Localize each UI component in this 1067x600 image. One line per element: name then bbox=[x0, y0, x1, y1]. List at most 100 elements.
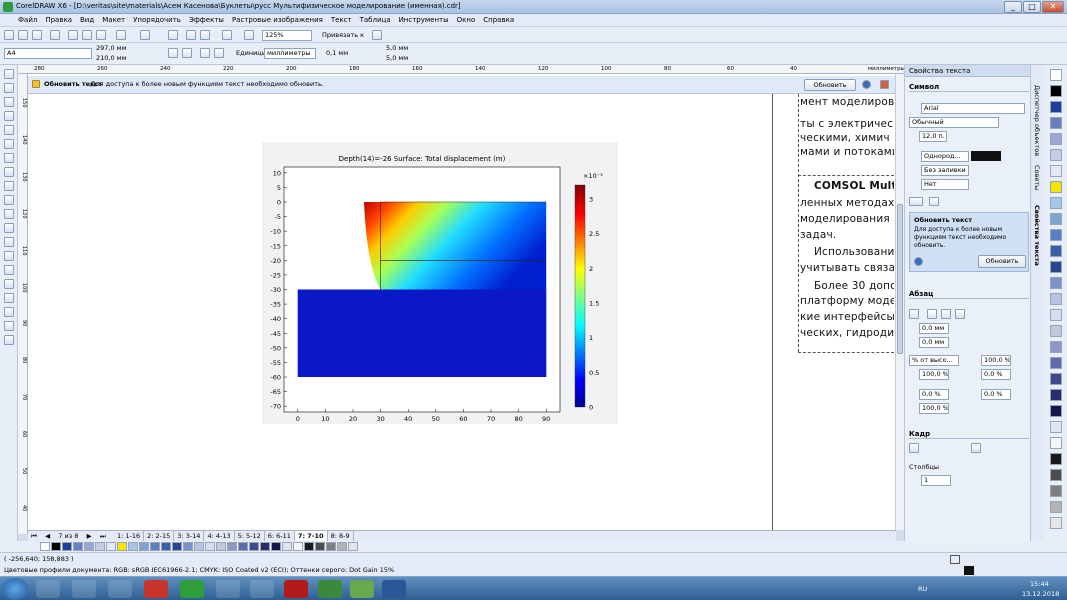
acrobat-taskbar-icon[interactable] bbox=[284, 580, 308, 598]
smart-fill-icon[interactable] bbox=[4, 139, 14, 149]
palette-swatch[interactable] bbox=[1050, 485, 1062, 497]
palette-swatch[interactable] bbox=[106, 542, 116, 551]
redo-icon[interactable] bbox=[140, 30, 150, 40]
units-select[interactable]: миллиметры bbox=[264, 48, 316, 59]
language-spacing-field[interactable]: 100,0 % bbox=[919, 403, 949, 414]
palette-swatch[interactable] bbox=[293, 542, 303, 551]
palette-swatch[interactable] bbox=[1050, 117, 1062, 129]
page-tab[interactable]: 6: 6-11 bbox=[265, 531, 295, 541]
text-tool-icon[interactable] bbox=[4, 209, 14, 219]
last-page-icon[interactable]: ⏭ bbox=[97, 531, 109, 541]
frame-section-header[interactable]: Кадр bbox=[909, 429, 1029, 439]
palette-swatch[interactable] bbox=[1050, 405, 1062, 417]
palette-swatch[interactable] bbox=[1050, 501, 1062, 513]
minimize-button[interactable]: _ bbox=[1004, 1, 1022, 13]
palette-swatch[interactable] bbox=[1050, 453, 1062, 465]
import-icon[interactable] bbox=[186, 30, 196, 40]
first-page-icon[interactable]: ⏮ bbox=[28, 531, 40, 541]
dimension-tool-icon[interactable] bbox=[4, 237, 14, 247]
palette-swatch[interactable] bbox=[1050, 357, 1062, 369]
update-button[interactable]: Обновить bbox=[804, 79, 856, 91]
text-frame[interactable]: мент моделирова ты с электричес ческими, х… bbox=[798, 94, 894, 352]
page-tab[interactable]: 8: 8-9 bbox=[328, 531, 354, 541]
palette-swatch[interactable] bbox=[161, 542, 171, 551]
page-tab[interactable]: 1: 1-16 bbox=[114, 531, 145, 541]
connector-tool-icon[interactable] bbox=[4, 251, 14, 261]
palette-swatch[interactable] bbox=[1050, 165, 1062, 177]
scroll-thumb[interactable] bbox=[897, 204, 903, 354]
landscape-icon[interactable] bbox=[182, 48, 192, 58]
menu-item[interactable]: Таблица bbox=[356, 14, 395, 26]
palette-swatch[interactable] bbox=[238, 542, 248, 551]
copy-icon[interactable] bbox=[82, 30, 92, 40]
portrait-icon[interactable] bbox=[168, 48, 178, 58]
palette-swatch[interactable] bbox=[337, 542, 347, 551]
table-tool-icon[interactable] bbox=[4, 223, 14, 233]
calculator-taskbar-icon[interactable] bbox=[318, 580, 342, 598]
export-icon[interactable] bbox=[200, 30, 210, 40]
fill-indicator-icon[interactable] bbox=[950, 555, 960, 564]
palette-swatch[interactable] bbox=[1050, 133, 1062, 145]
paper-size-select[interactable]: A4 bbox=[4, 48, 92, 59]
menu-item[interactable]: Вид bbox=[76, 14, 98, 26]
align-right-icon[interactable] bbox=[941, 309, 951, 319]
palette-swatch[interactable] bbox=[1050, 325, 1062, 337]
text-properties-tab[interactable]: Свойства текста bbox=[1033, 205, 1041, 266]
hints-tab[interactable]: Советы bbox=[1033, 165, 1041, 190]
page-tab[interactable]: 3: 3-14 bbox=[174, 531, 205, 541]
menu-item[interactable]: Инструменты bbox=[395, 14, 453, 26]
next-page-icon[interactable]: ▶ bbox=[84, 531, 95, 541]
palette-swatch[interactable] bbox=[1050, 517, 1062, 529]
update-help-icon[interactable] bbox=[914, 257, 923, 266]
eyedropper-tool-icon[interactable] bbox=[4, 293, 14, 303]
start-button[interactable] bbox=[2, 578, 28, 600]
options-icon[interactable] bbox=[372, 30, 382, 40]
palette-swatch[interactable] bbox=[1050, 229, 1062, 241]
palette-swatch[interactable] bbox=[1050, 389, 1062, 401]
superscript-icon[interactable] bbox=[909, 197, 923, 206]
explorer-taskbar-icon[interactable] bbox=[36, 580, 60, 598]
align-center-icon[interactable] bbox=[927, 309, 937, 319]
palette-swatch[interactable] bbox=[172, 542, 182, 551]
palette-swatch[interactable] bbox=[84, 542, 94, 551]
palette-swatch[interactable] bbox=[1050, 293, 1062, 305]
symbol-section-header[interactable]: Символ bbox=[909, 82, 1029, 92]
palette-swatch[interactable] bbox=[348, 542, 358, 551]
palette-swatch[interactable] bbox=[1050, 341, 1062, 353]
word-spacing-field[interactable]: 0,0 % bbox=[919, 389, 949, 400]
polygon-tool-icon[interactable] bbox=[4, 181, 14, 191]
palette-swatch[interactable] bbox=[1050, 373, 1062, 385]
media-player-taskbar-icon[interactable] bbox=[108, 580, 132, 598]
current-page-icon[interactable] bbox=[214, 48, 224, 58]
frame-fill-icon[interactable] bbox=[909, 443, 919, 453]
palette-swatch[interactable] bbox=[194, 542, 204, 551]
menu-item[interactable]: Справка bbox=[479, 14, 518, 26]
palette-swatch[interactable] bbox=[73, 542, 83, 551]
font-size-field[interactable]: 12,0 п. bbox=[919, 131, 947, 142]
interactive-fill-icon[interactable] bbox=[4, 335, 14, 345]
open-icon[interactable] bbox=[18, 30, 28, 40]
palette-swatch[interactable] bbox=[183, 542, 193, 551]
maximize-button[interactable]: □ bbox=[1023, 1, 1041, 13]
palette-swatch[interactable] bbox=[1050, 149, 1062, 161]
horizontal-ruler[interactable]: 280 260 240 220 200 180 160 140 120 100 80 60 40 милл… bbox=[18, 65, 905, 74]
font-select[interactable]: Arial bbox=[921, 103, 1025, 114]
paste-icon[interactable] bbox=[96, 30, 106, 40]
palette-swatch[interactable] bbox=[1050, 421, 1062, 433]
ie-taskbar-icon[interactable] bbox=[72, 580, 96, 598]
palette-swatch[interactable] bbox=[216, 542, 226, 551]
align-justify-icon[interactable] bbox=[955, 309, 965, 319]
transparency-tool-icon[interactable] bbox=[4, 279, 14, 289]
app-taskbar-icon[interactable] bbox=[180, 580, 204, 598]
duplicate-y-field[interactable]: 5,0 мм bbox=[386, 54, 408, 63]
basic-shapes-icon[interactable] bbox=[4, 195, 14, 205]
palette-swatch[interactable] bbox=[282, 542, 292, 551]
blend-tool-icon[interactable] bbox=[4, 265, 14, 275]
page-tab[interactable]: 5: 5-12 bbox=[235, 531, 265, 541]
align-left-icon[interactable] bbox=[909, 309, 919, 319]
char-spacing-field[interactable]: 100,0 % bbox=[919, 369, 949, 380]
fill-tool-icon[interactable] bbox=[4, 321, 14, 331]
undo-icon[interactable] bbox=[116, 30, 126, 40]
palette-swatch[interactable] bbox=[1050, 245, 1062, 257]
font-style-select[interactable]: Обычный bbox=[909, 117, 999, 128]
